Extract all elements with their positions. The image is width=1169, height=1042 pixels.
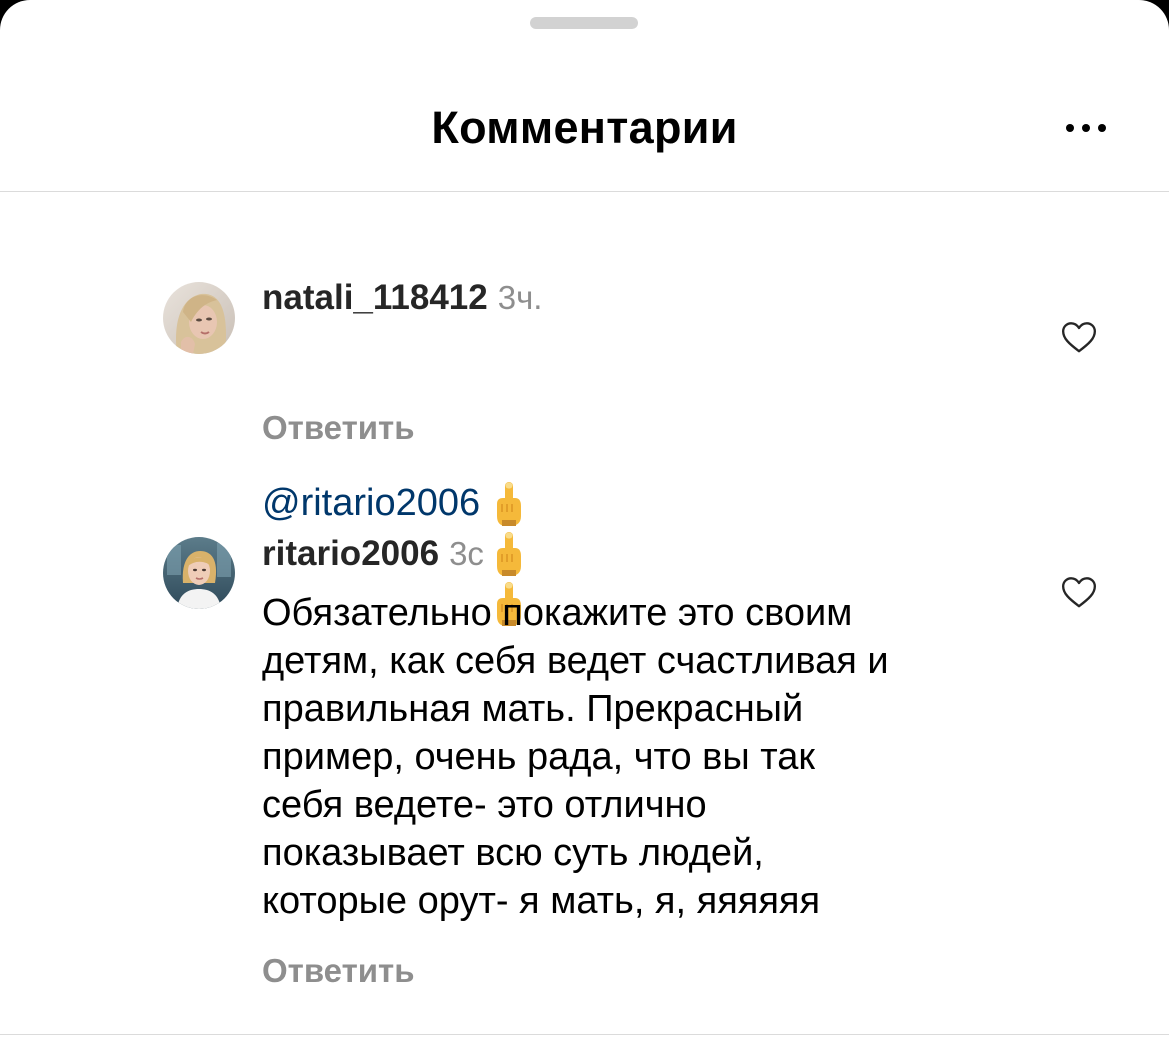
middle-finger-emoji-icon: [497, 531, 522, 576]
comment-username[interactable]: ritario2006 3с: [262, 532, 484, 576]
like-button[interactable]: [1059, 572, 1099, 612]
heart-icon: [1062, 577, 1096, 608]
comments-sheet: Комментарии natali_118412 3ч. @ritario20…: [0, 0, 1169, 1042]
comment-text: @ritario2006 🖕🖕🖕: [262, 334, 546, 628]
more-icon-dot: [1098, 124, 1106, 132]
reply-button[interactable]: Ответить: [262, 408, 415, 448]
comment-timestamp: 3ч.: [497, 279, 543, 316]
avatar-photo-icon: [163, 537, 235, 609]
like-button[interactable]: [1059, 317, 1099, 357]
more-icon-dot: [1066, 124, 1074, 132]
header-divider: [0, 191, 1169, 192]
page-title: Комментарии: [431, 102, 738, 153]
comment-timestamp: 3с: [449, 535, 484, 572]
bottom-divider: [0, 1034, 1169, 1035]
middle-finger-emoji-icon: [497, 481, 522, 526]
avatar[interactable]: [163, 282, 235, 354]
comment-text: Обязательно покажите это своим детям, ка…: [262, 592, 889, 922]
heart-icon: [1062, 322, 1096, 353]
mention-link[interactable]: @ritario2006: [262, 482, 480, 524]
comment-username-text[interactable]: ritario2006: [262, 534, 439, 573]
more-options-button[interactable]: [1056, 110, 1116, 146]
avatar[interactable]: [163, 537, 235, 609]
reply-button[interactable]: Ответить: [262, 951, 415, 991]
sheet-grabber-handle[interactable]: [530, 17, 638, 29]
avatar-photo-icon: [163, 282, 235, 354]
more-icon-dot: [1082, 124, 1090, 132]
comment-username[interactable]: natali_118412 3ч.: [262, 276, 542, 320]
comment-username-text[interactable]: natali_118412: [262, 278, 488, 317]
